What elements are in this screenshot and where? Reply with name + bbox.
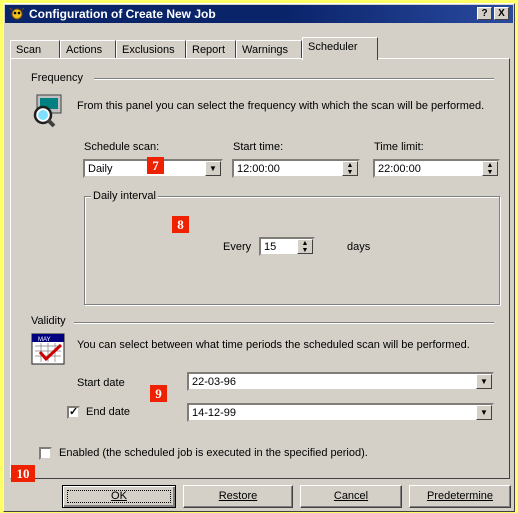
ok-button[interactable]: OK (62, 485, 176, 508)
spin-down-icon[interactable]: ▼ (298, 247, 312, 254)
start-date-label: Start date (77, 377, 125, 389)
end-date-checkbox[interactable]: ✓ (67, 406, 80, 419)
start-time-value: 12:00:00 (237, 163, 280, 175)
cancel-button[interactable]: Cancel (300, 485, 402, 508)
end-date-select[interactable]: 14-12-99 (187, 403, 494, 422)
tab-warnings[interactable]: Warnings (236, 40, 302, 59)
scan-magnifier-icon (29, 93, 65, 129)
schedule-dropdown-button[interactable]: ▼ (205, 161, 221, 176)
time-limit-input[interactable]: 22:00:00 (373, 159, 500, 178)
interval-days-value: 15 (264, 241, 277, 253)
title-bar[interactable]: Configuration of Create New Job ? X (5, 5, 513, 23)
daily-interval-title: Daily interval (91, 190, 158, 202)
frequency-heading: Frequency (31, 72, 83, 84)
start-date-value: 22-03-96 (192, 376, 237, 388)
app-icon (9, 7, 25, 24)
start-date-select[interactable]: 22-03-96 (187, 372, 494, 391)
every-label: Every (223, 241, 252, 253)
tab-label: Exclusions (122, 44, 175, 56)
tab-scan[interactable]: Scan (10, 40, 60, 59)
help-button[interactable]: ? (477, 7, 492, 20)
tab-label: Actions (66, 44, 103, 56)
time-limit-label: Time limit: (374, 141, 424, 153)
scheduler-panel: Frequency From this panel you can select… (10, 58, 510, 479)
time-limit-value: 22:00:00 (378, 163, 421, 175)
start-date-dropdown-button[interactable]: ▼ (476, 374, 492, 389)
interval-days-spinner[interactable]: ▲ ▼ (297, 239, 313, 254)
tab-strip: Scan Actions Exclusions Report Warnings … (10, 37, 490, 60)
end-date-label[interactable]: End date (86, 406, 130, 418)
tab-label: Report (192, 44, 226, 56)
close-button[interactable]: X (494, 7, 509, 20)
end-date-value: 14-12-99 (192, 407, 237, 419)
tab-label: Scan (16, 44, 42, 56)
callout-9: 9 (150, 385, 167, 402)
time-limit-spinner[interactable]: ▲ ▼ (482, 161, 498, 176)
spin-down-icon[interactable]: ▼ (343, 169, 357, 176)
calendar-icon: MAY (31, 333, 65, 365)
schedule-scan-value: Daily (88, 163, 113, 175)
days-label: days (347, 241, 371, 253)
tab-label: Scheduler (308, 41, 358, 53)
enabled-label[interactable]: Enabled (the scheduled job is executed i… (59, 447, 368, 459)
validity-description: You can select between what time periods… (77, 339, 470, 351)
tab-scheduler[interactable]: Scheduler (302, 37, 378, 60)
restore-button[interactable]: Restore (183, 485, 293, 508)
dialog-window: Configuration of Create New Job ? X Scan… (3, 3, 515, 512)
calendar-month: MAY (38, 337, 51, 343)
cancel-label: Cancel (333, 490, 369, 502)
start-time-input[interactable]: 12:00:00 (232, 159, 360, 178)
start-time-label: Start time: (233, 141, 284, 153)
predetermine-button[interactable]: Predetermine (409, 485, 511, 508)
frequency-divider (94, 78, 494, 80)
focus-rect (67, 490, 171, 503)
tab-label: Warnings (242, 44, 289, 56)
start-time-spinner[interactable]: ▲ ▼ (342, 161, 358, 176)
predetermine-label: Predetermine (426, 490, 494, 502)
spin-down-icon[interactable]: ▼ (483, 169, 497, 176)
validity-heading: Validity (31, 315, 66, 327)
tab-actions[interactable]: Actions (60, 40, 116, 59)
tab-report[interactable]: Report (186, 40, 236, 59)
window-title: Configuration of Create New Job (29, 7, 216, 21)
restore-label: Restore (218, 490, 258, 502)
end-date-dropdown-button[interactable]: ▼ (476, 405, 492, 420)
callout-7: 7 (147, 157, 164, 174)
enabled-checkbox[interactable] (39, 447, 52, 460)
tab-exclusions[interactable]: Exclusions (116, 40, 186, 59)
callout-8: 8 (172, 216, 189, 233)
callout-10: 10 (11, 465, 35, 482)
schedule-scan-label: Schedule scan: (84, 141, 160, 153)
frequency-description: From this panel you can select the frequ… (77, 100, 485, 112)
validity-divider (74, 322, 494, 324)
